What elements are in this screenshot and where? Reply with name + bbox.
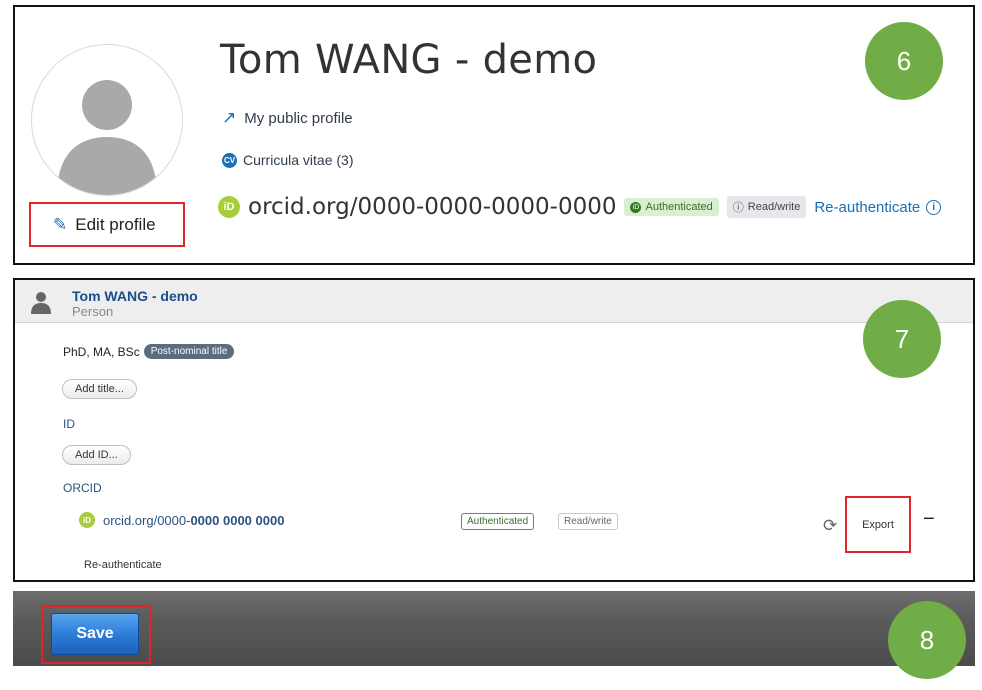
remove-icon[interactable]: − <box>923 508 935 531</box>
footer-toolbar: Save <box>13 591 975 666</box>
export-button[interactable]: Export <box>845 496 911 553</box>
info-icon[interactable]: i <box>926 199 942 215</box>
pencil-icon: ✎ <box>53 214 68 234</box>
person-editor-header: Tom WANG - demo Person <box>15 280 973 323</box>
add-title-button[interactable]: Add title... <box>62 379 137 399</box>
add-id-button[interactable]: Add ID... <box>62 445 131 465</box>
info-small-icon: ⓘ <box>732 202 744 214</box>
callout-7: 7 <box>863 300 941 378</box>
save-button[interactable]: Save <box>51 613 139 655</box>
read-write-tag: Read/write <box>558 513 618 530</box>
authenticated-tag: Authenticated <box>461 513 535 530</box>
editor-person-type: Person <box>72 304 114 319</box>
post-nominal-row: PhD, MA, BSc Post-nominal title <box>63 344 235 359</box>
edit-profile-button[interactable]: ✎ Edit profile <box>29 202 185 247</box>
public-profile-link[interactable]: ↗ My public profile <box>222 108 353 128</box>
orcid-prefix: orcid.org/0000- <box>103 512 191 528</box>
read-write-label: Read/write <box>747 201 801 213</box>
id-label: ID <box>63 417 75 431</box>
person-silhouette-icon <box>57 80 157 195</box>
curricula-vitae-label: Curricula vitae (3) <box>243 152 354 168</box>
orcid-link[interactable]: orcid.org/0000-0000 0000 0000 <box>103 513 284 528</box>
post-nominal-tag: Post-nominal title <box>143 344 235 359</box>
curricula-vitae-link[interactable]: CV Curricula vitae (3) <box>222 152 353 168</box>
save-highlight: Save <box>41 605 151 664</box>
edit-profile-label: Edit profile <box>75 214 156 234</box>
external-link-icon: ↗ <box>222 108 237 127</box>
reauthenticate-label: Re-authenticate <box>814 198 921 216</box>
profile-header-panel: ✎ Edit profile Tom WANG - demo ↗ My publ… <box>13 5 975 265</box>
orcid-entry: iD orcid.org/0000-0000 0000 0000 <box>79 512 284 528</box>
cv-icon: CV <box>222 152 237 168</box>
callout-8: 8 <box>888 601 966 679</box>
authenticated-label: Authenticated <box>645 201 713 213</box>
callout-6: 6 <box>865 22 943 100</box>
authenticated-badge: iD Authenticated <box>624 198 719 216</box>
reauthenticate-link[interactable]: Re-authenticate i <box>814 198 942 216</box>
avatar <box>31 44 183 196</box>
post-nominal-value: PhD, MA, BSc <box>63 344 140 359</box>
orcid-suffix: 0000 0000 0000 <box>190 512 285 528</box>
editor-person-name[interactable]: Tom WANG - demo <box>72 288 198 304</box>
orcid-label: ORCID <box>63 481 102 495</box>
refresh-icon[interactable]: ⟳ <box>823 516 837 536</box>
orcid-id: orcid.org/0000-0000-0000-0000 <box>248 194 617 220</box>
public-profile-label: My public profile <box>244 109 353 127</box>
orcid-small-icon: iD <box>630 201 642 213</box>
orcid-row: iD orcid.org/0000-0000-0000-0000 iD Auth… <box>218 194 942 220</box>
reauthenticate-link[interactable]: Re-authenticate <box>84 559 162 571</box>
person-editor-panel: Tom WANG - demo Person PhD, MA, BSc Post… <box>13 278 975 582</box>
person-icon <box>31 292 51 314</box>
orcid-icon: iD <box>79 512 95 528</box>
read-write-badge: ⓘ Read/write <box>726 196 807 218</box>
profile-name: Tom WANG - demo <box>220 37 598 83</box>
orcid-icon: iD <box>218 196 240 218</box>
